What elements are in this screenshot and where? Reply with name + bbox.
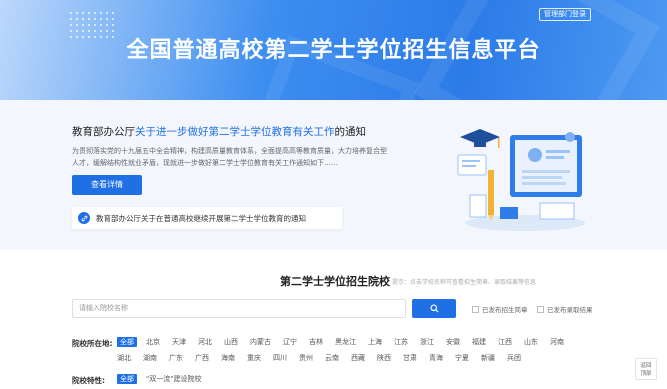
checkbox-label: 已发布录取结果 [547, 306, 593, 314]
education-illustration-icon [457, 129, 585, 231]
region-option[interactable]: 海南 [221, 353, 235, 363]
section-hint: 提示：点击学校名称可查看招生简章、录取结果等信息 [392, 279, 537, 286]
back-top-line1: 返回 [640, 363, 652, 369]
back-top-line2: 顶部 [640, 371, 652, 377]
region-option[interactable]: 云南 [325, 353, 339, 363]
school-search-input[interactable]: 请输入院校名称 [72, 299, 406, 318]
feature-filter-label: 院校特性: [72, 376, 105, 385]
filter-published-results[interactable]: 已发布录取结果 [537, 304, 593, 314]
region-option[interactable]: 江苏 [394, 337, 408, 347]
region-option[interactable]: 吉林 [309, 337, 323, 347]
notice-title: 教育部办公厅关于进一步做好第二学士学位教育有关工作的通知 [72, 124, 366, 139]
region-option[interactable]: 江西 [498, 337, 512, 347]
region-option[interactable]: 辽宁 [283, 337, 297, 347]
region-option[interactable]: 浙江 [420, 337, 434, 347]
region-option[interactable]: 西藏 [351, 353, 365, 363]
region-option[interactable]: 青海 [429, 353, 443, 363]
related-notice-link[interactable]: 教育部办公厅关于在普通高校继续开展第二学士学位教育的通知 [72, 207, 342, 229]
region-option[interactable]: 宁夏 [455, 353, 469, 363]
view-details-button[interactable]: 查看详情 [72, 175, 142, 195]
region-option[interactable]: 新疆 [481, 353, 495, 363]
link-icon [78, 212, 90, 224]
region-option[interactable]: 山东 [524, 337, 538, 347]
search-button[interactable] [412, 299, 456, 318]
region-filter-label: 院校所在地: [72, 339, 113, 348]
region-option[interactable]: 陕西 [377, 353, 391, 363]
region-option[interactable]: 天津 [172, 337, 186, 347]
region-option[interactable]: 甘肃 [403, 353, 417, 363]
feature-option[interactable]: "双一流"建设院校 [146, 374, 201, 384]
region-option[interactable]: 湖北 [117, 353, 131, 363]
page-title: 全国普通高校第二学士学位招生信息平台 [126, 37, 541, 63]
region-option[interactable]: 湖南 [143, 353, 157, 363]
region-option[interactable]: 全部 [117, 337, 137, 347]
region-option[interactable]: 山西 [224, 337, 238, 347]
checkbox[interactable] [472, 305, 479, 313]
region-option[interactable]: 北京 [146, 337, 160, 347]
notice-title-prefix: 教育部办公厅 [72, 126, 135, 138]
checkbox[interactable] [537, 305, 544, 313]
region-option[interactable]: 兵团 [507, 353, 521, 363]
region-option[interactable]: 内蒙古 [250, 337, 271, 347]
admin-login-button[interactable]: 管理部门登录 [539, 8, 591, 21]
region-option[interactable]: 广东 [169, 353, 183, 363]
filter-published-brochure[interactable]: 已发布招生简章 [472, 304, 528, 314]
region-option[interactable]: 河北 [198, 337, 212, 347]
notice-body: 为贯彻落实党的十九届五中全会精神，构建高质量教育体系，全面提高高等教育质量，大力… [72, 147, 387, 167]
region-option[interactable]: 广西 [195, 353, 209, 363]
region-option[interactable]: 重庆 [247, 353, 261, 363]
region-option[interactable]: 黑龙江 [335, 337, 356, 347]
region-option[interactable]: 福建 [472, 337, 486, 347]
checkbox-label: 已发布招生简章 [482, 306, 528, 314]
search-icon [429, 304, 439, 313]
related-notice-text: 教育部办公厅关于在普通高校继续开展第二学士学位教育的通知 [96, 213, 306, 223]
section-title: 第二学士学位招生院校 [280, 275, 390, 288]
back-to-top-button[interactable]: 返回 顶部 [635, 358, 657, 380]
feature-option[interactable]: 全部 [117, 374, 137, 384]
notice-title-link[interactable]: 关于进一步做好第二学士学位教育有关工作 [135, 126, 335, 138]
region-filter-list: 全部 北京 天津 河北 山西 内蒙古 辽宁 吉林 黑龙江 上海 江苏 浙江 安徽 福建 江西 山东 河南湖北 湖南… [117, 337, 597, 363]
region-option[interactable]: 安徽 [446, 337, 460, 347]
hero-banner: 全国普通高校第二学士学位招生信息平台 管理部门登录 [0, 0, 667, 100]
region-option[interactable]: 四川 [273, 353, 287, 363]
feature-filter-list: 全部 "双一流"建设院校 [117, 374, 210, 384]
region-option[interactable]: 贵州 [299, 353, 313, 363]
notice-title-suffix: 的通知 [334, 126, 367, 138]
region-option[interactable]: 上海 [368, 337, 382, 347]
region-option[interactable]: 河南 [550, 337, 564, 347]
